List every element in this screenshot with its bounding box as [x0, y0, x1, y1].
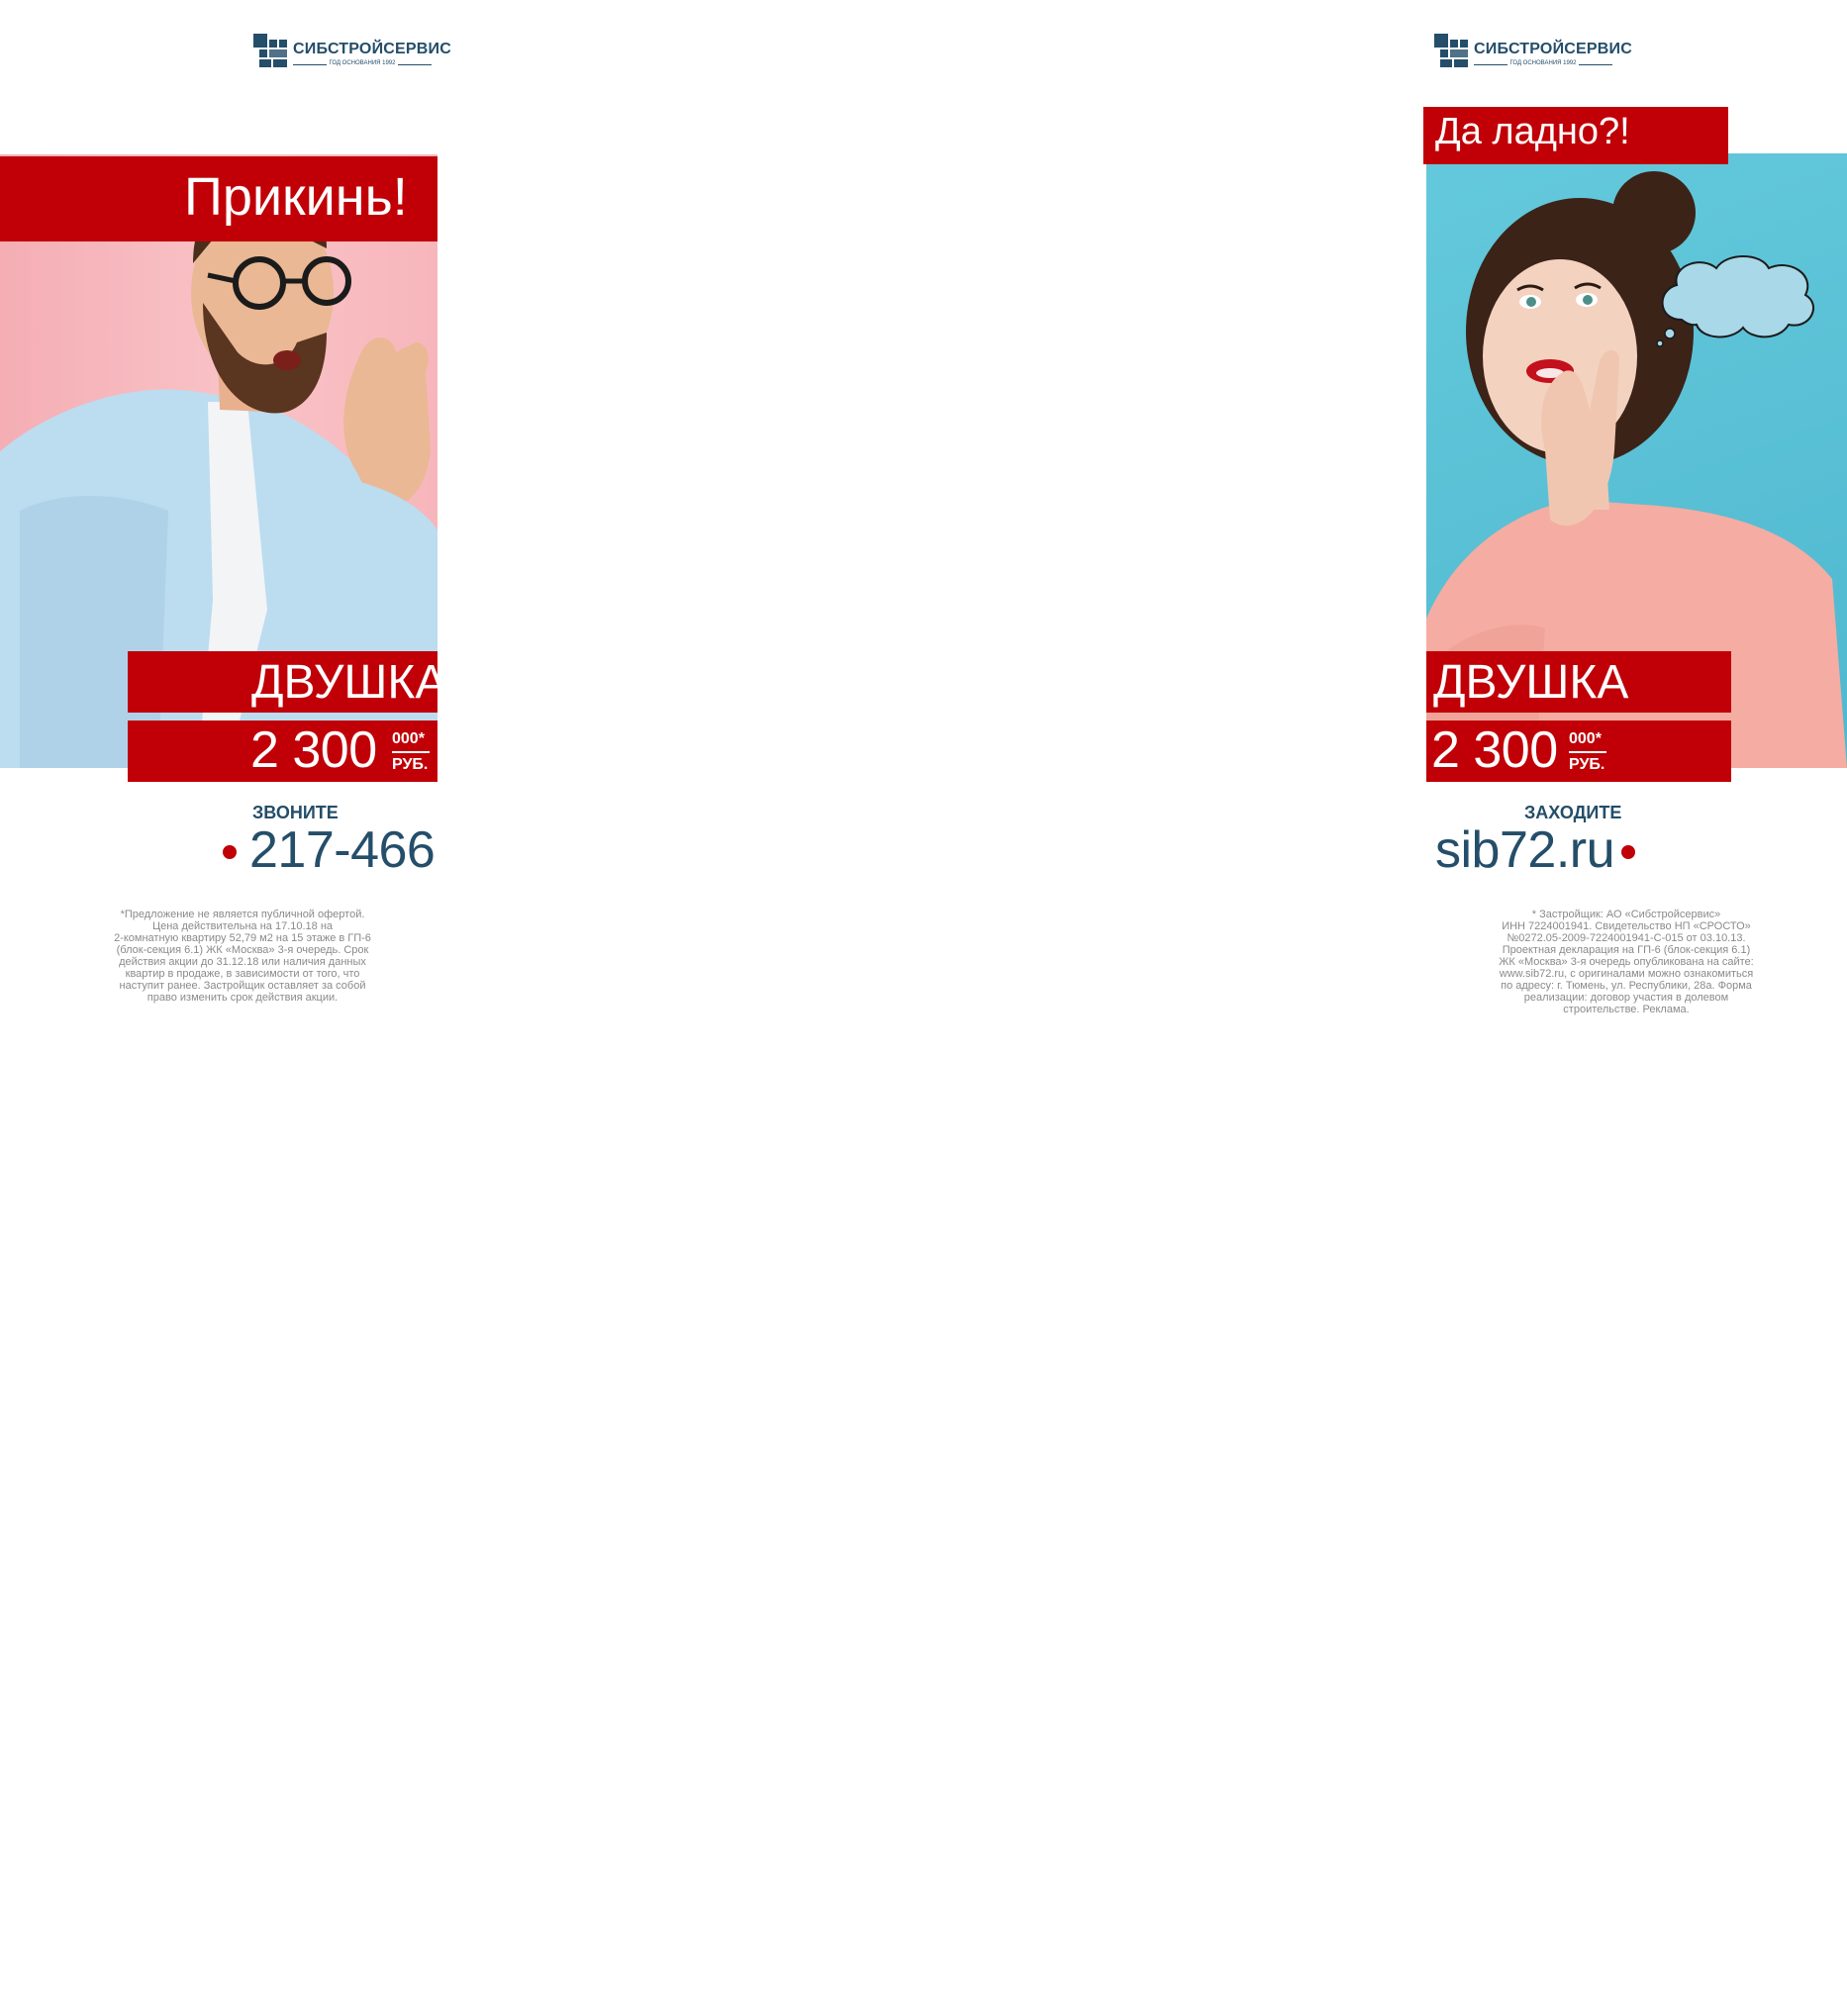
product-text: ДВУШКА: [1433, 656, 1629, 709]
price-thousands: 000*: [1569, 730, 1602, 747]
logo-mark-icon: [253, 34, 287, 67]
bullet-dot-icon: [223, 845, 237, 859]
headline-text: Да ладно?!: [1435, 111, 1630, 152]
thought-bubble-icon: [1656, 255, 1815, 347]
brand-logo: СИБСТРОЙСЕРВИС ГОД ОСНОВАНИЯ 1992: [253, 34, 451, 73]
price-thousands: 000*: [392, 730, 425, 747]
brand-name: СИБСТРОЙСЕРВИС: [1474, 41, 1632, 57]
brand-name: СИБСТРОЙСЕРВИС: [293, 41, 451, 57]
disclaimer-text: *Предложение не является публичной оферт…: [114, 909, 371, 1004]
brand-since: ГОД ОСНОВАНИЯ 1992: [1474, 60, 1612, 66]
price-divider: [1569, 751, 1606, 753]
price-value: 2 300: [1431, 721, 1558, 779]
price-divider: [392, 751, 430, 753]
bullet-dot-icon: [1621, 845, 1635, 859]
brand-since: ГОД ОСНОВАНИЯ 1992: [293, 60, 432, 66]
website-link[interactable]: sib72.ru: [1435, 820, 1615, 880]
logo-mark-icon: [1434, 34, 1468, 67]
price-currency: РУБ.: [392, 756, 429, 773]
price-currency: РУБ.: [1569, 756, 1605, 773]
product-text: ДВУШКА: [251, 656, 447, 709]
price-value: 2 300: [250, 721, 377, 779]
disclaimer-text: * Застройщик: АО «Сибстройсервис» ИНН 72…: [1499, 909, 1754, 1015]
headline-text: Прикинь!: [184, 167, 408, 227]
phone-number[interactable]: 217-466: [249, 820, 436, 880]
brand-logo: СИБСТРОЙСЕРВИС ГОД ОСНОВАНИЯ 1992: [1434, 34, 1632, 73]
